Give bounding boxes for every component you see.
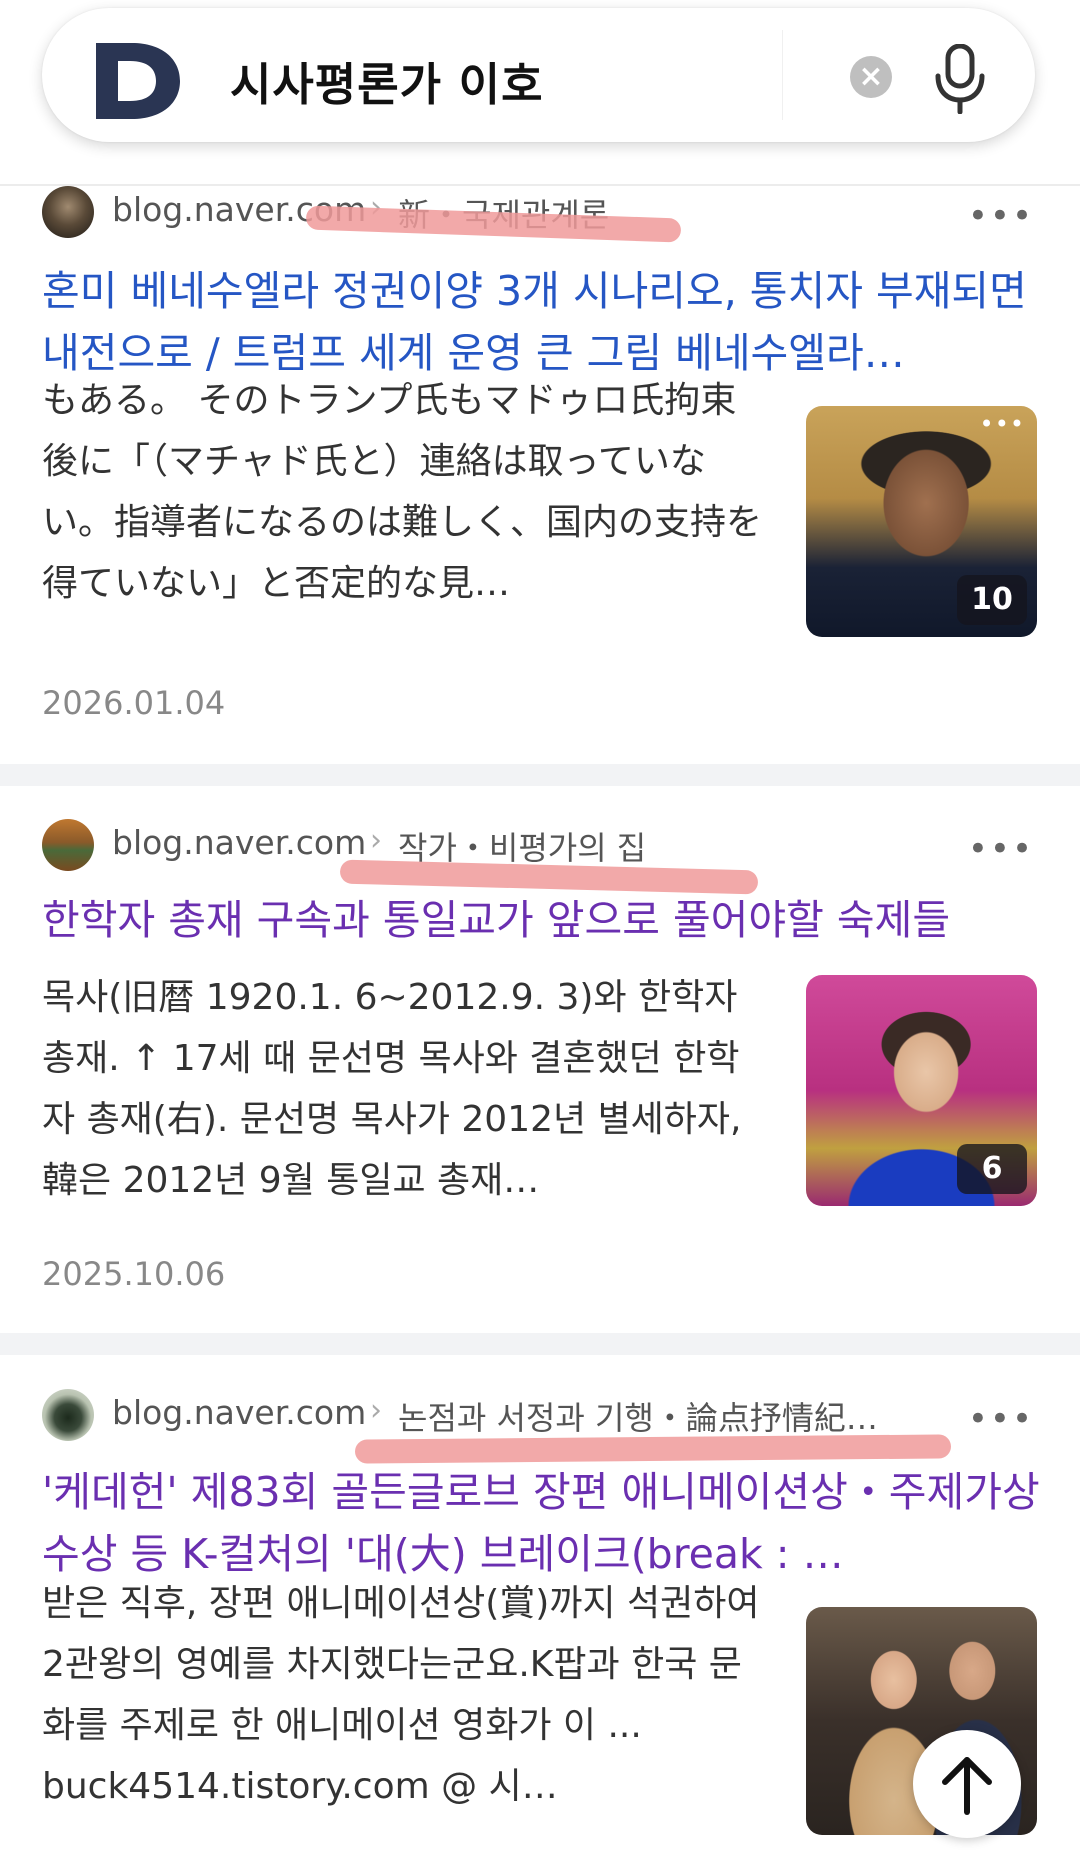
search-query[interactable]: 시사평론가 이호 [230,48,543,113]
result-separator [0,1333,1080,1355]
result-domain: blog.naver.com [112,823,367,862]
more-options-icon[interactable]: ••• [968,1399,1034,1439]
result-snippet: 받은 직후, 장편 애니메이션상(賞)까지 석권하여 2관왕의 영예를 차지했다… [42,1583,760,1807]
thumbnail-dots: ••• [979,410,1025,438]
search-divider [782,30,783,120]
search-result: blog.naver.com › 新・국제관계론 ••• 혼미 베네수엘라 정권… [0,182,1080,752]
result-source[interactable]: blog.naver.com › 논점과 서정과 기행・論点抒情紀… [42,1385,1042,1441]
image-count-badge: 6 [957,1144,1027,1194]
result-domain: blog.naver.com [112,1393,367,1432]
result-title-link[interactable]: 혼미 베네수엘라 정권이양 3개 시나리오, 통치자 부재되면 내전으로 / 트… [42,260,1042,384]
search-header: 시사평론가 이호 × [0,0,1080,185]
chevron-right-icon: › [370,1393,382,1428]
result-title-link[interactable]: '케데헌' 제83회 골든글로브 장편 애니메이션상・주제가상 수상 등 K-컬… [42,1461,1042,1585]
blog-avatar-icon [42,819,94,871]
clear-search-button[interactable]: × [850,56,892,98]
result-blog-category: 논점과 서정과 기행・論点抒情紀… [398,1399,878,1437]
search-bar[interactable]: 시사평론가 이호 × [42,8,1035,142]
scroll-to-top-button[interactable] [913,1730,1021,1838]
chevron-right-icon: › [370,823,382,858]
result-thumbnail[interactable]: 6 [806,975,1037,1206]
result-snippet: 목사(旧暦 1920.1. 6~2012.9. 3)와 한학자 총재. ↑ 17… [42,977,742,1201]
result-date: 2026.01.04 [42,684,226,722]
microphone-icon[interactable] [932,44,988,114]
result-separator [0,764,1080,786]
pen-highlight-mark [354,1434,952,1464]
blog-avatar-icon [42,186,94,238]
blog-avatar-icon [42,1389,94,1441]
daum-logo-icon[interactable] [96,43,180,119]
result-date: 2025.10.06 [42,1255,226,1293]
result-source[interactable]: blog.naver.com › 작가・비평가의 집 [42,815,1042,871]
result-thumbnail[interactable]: ••• 10 [806,406,1037,637]
more-options-icon[interactable]: ••• [968,196,1034,236]
arrow-up-icon [942,1757,992,1815]
close-icon: × [858,59,884,94]
result-title-link[interactable]: 한학자 총재 구속과 통일교가 앞으로 풀어야할 숙제들 [42,889,1042,951]
image-count-badge: 10 [957,575,1027,625]
result-snippet: もある。 そのトランプ氏もマドゥロ氏拘束後に「（マチャド氏と）連絡は取っていない… [42,380,762,604]
search-result: blog.naver.com › 작가・비평가의 집 ••• 한학자 총재 구속… [0,815,1080,1315]
more-options-icon[interactable]: ••• [968,829,1034,869]
